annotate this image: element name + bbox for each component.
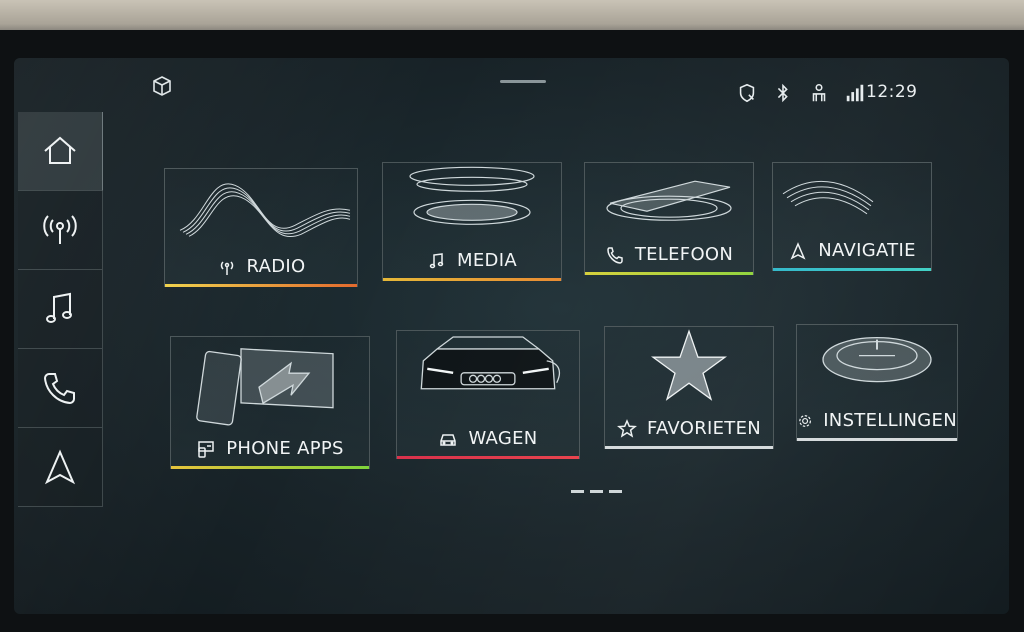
tile-phone-apps[interactable]: PHONE APPS [170,336,370,469]
tile-phone-apps-label: PHONE APPS [171,438,369,459]
radio-wave-art [179,183,351,237]
tile-radio[interactable]: RADIO [164,168,358,287]
pull-down-handle[interactable] [500,80,546,83]
signal-icon [846,84,864,102]
infotainment-screen: 12:29 RADIO MEDIA TELEFOON NAVIGATIE PHO… [14,58,1009,614]
phone-device-art [606,180,732,221]
tile-favorieten-label: FAVORIETEN [605,418,773,439]
privacy-shield-icon [739,83,755,103]
sidebar-item-home[interactable] [18,112,103,191]
sidebar-item-navigation[interactable] [18,428,103,507]
tile-radio-accent [165,284,357,287]
road-art [782,180,874,215]
page-indicator[interactable] [571,490,622,493]
tile-instellingen-accent [797,438,957,441]
sidebar-item-phone[interactable] [18,349,103,428]
page-dot [571,490,584,493]
tile-phone-apps-accent [171,466,369,469]
tile-favorieten[interactable]: FAVORIETEN [604,326,774,449]
tile-radio-label: RADIO [165,256,357,277]
phone-icon [607,246,623,264]
car-icon [440,433,457,446]
phone-apps-art [196,348,334,426]
status-bar: 12:29 [14,58,1009,108]
car-front-art [420,336,560,390]
cube-icon[interactable] [150,74,174,98]
phone-icon [43,373,75,405]
tile-favorieten-accent [605,446,773,449]
page-dot [590,490,603,493]
clock: 12:29 [866,82,918,102]
tile-telefoon-accent [585,272,753,275]
tile-phone-apps-text: PHONE APPS [226,438,344,459]
tile-wagen[interactable]: WAGEN [396,330,580,459]
tile-telefoon-label: TELEFOON [585,244,753,265]
tile-wagen-text: WAGEN [468,428,538,449]
music-note-icon [429,252,444,268]
tile-media[interactable]: MEDIA [382,162,562,281]
sidebar-item-radio[interactable] [18,191,103,270]
tile-navigatie-text: NAVIGATIE [818,240,916,261]
sidebar-item-media[interactable] [18,270,103,349]
tile-navigatie-accent [773,268,931,271]
tile-media-text: MEDIA [457,250,517,271]
tile-wagen-accent [397,456,579,459]
media-disc-art [409,166,535,225]
tile-instellingen-label: INSTELLINGEN [797,410,957,431]
tile-telefoon-text: TELEFOON [634,244,734,265]
tile-wagen-label: WAGEN [397,428,579,449]
music-note-icon [46,292,72,323]
star-icon [616,418,637,438]
gear-icon [799,414,811,427]
tile-radio-text: RADIO [246,256,306,277]
status-icons [736,82,866,104]
tile-favorieten-text: FAVORIETEN [646,418,762,439]
star-art [651,329,727,401]
home-icon [44,136,76,164]
tile-telefoon[interactable]: TELEFOON [584,162,754,275]
radio-antenna-icon [220,260,233,275]
tile-instellingen-text: INSTELLINGEN [823,410,957,431]
tile-navigatie-label: NAVIGATIE [773,240,931,261]
phone-apps-icon [198,440,214,458]
radio-antenna-icon [43,215,77,244]
settings-knob-art [822,336,932,383]
tile-media-label: MEDIA [383,250,561,271]
tile-navigatie[interactable]: NAVIGATIE [772,162,932,271]
tile-media-accent [383,278,561,281]
page-dot [609,490,622,493]
tile-instellingen[interactable]: INSTELLINGEN [796,324,958,441]
sidebar [18,112,104,507]
navigation-arrow-icon [790,241,806,260]
navigation-arrow-icon [44,449,76,485]
person-icon [812,83,826,102]
bluetooth-icon [777,83,788,103]
